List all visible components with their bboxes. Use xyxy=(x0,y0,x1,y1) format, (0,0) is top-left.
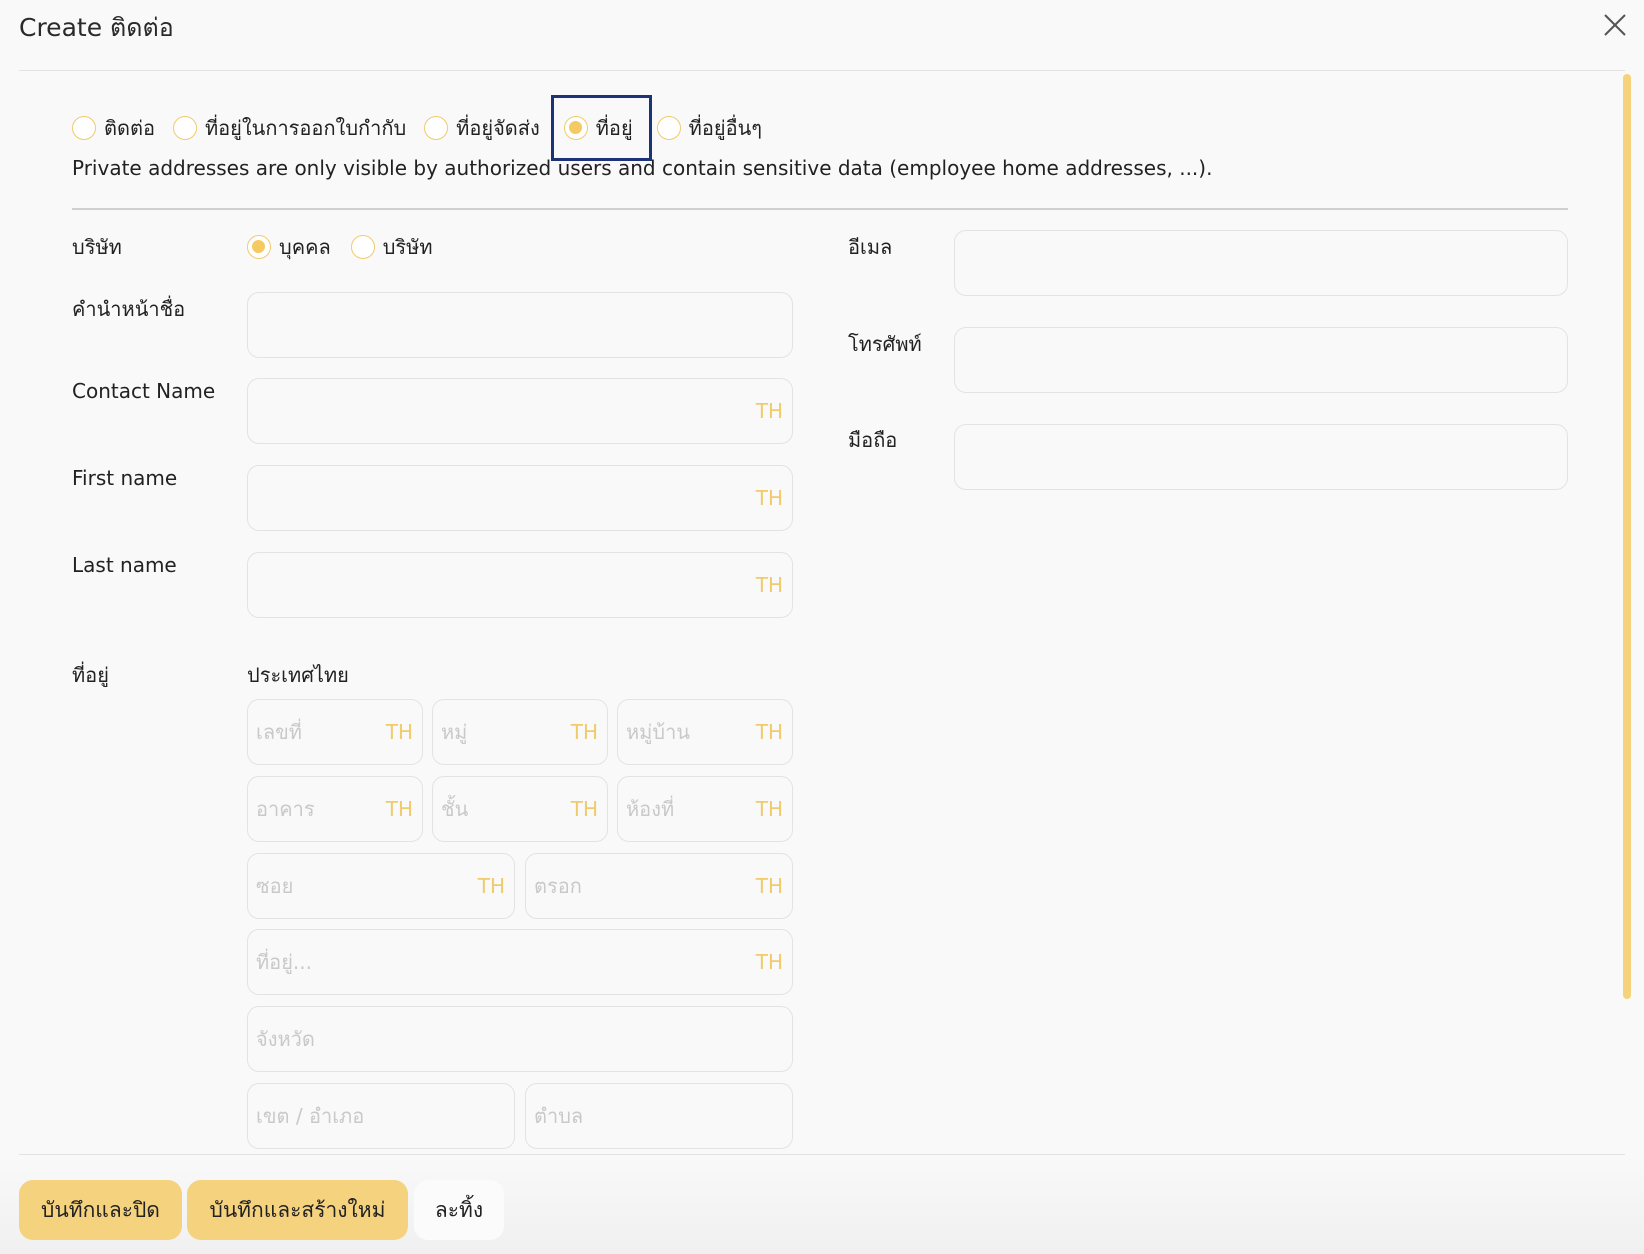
radio-button[interactable] xyxy=(172,116,197,140)
address-type-invoice[interactable]: ที่อยู่ในการออกใบกำกับ xyxy=(172,112,406,144)
address-label: ที่อยู่ xyxy=(72,663,109,687)
address-type-delivery[interactable]: ที่อยู่จัดส่ง xyxy=(424,112,540,144)
moo-field[interactable]: TH xyxy=(432,699,608,765)
radio-button[interactable] xyxy=(656,116,681,140)
language-tag[interactable]: TH xyxy=(478,874,505,898)
title-field[interactable] xyxy=(247,292,793,358)
language-tag[interactable]: TH xyxy=(756,573,783,597)
subdistrict-field[interactable] xyxy=(525,1083,793,1149)
language-tag[interactable]: TH xyxy=(756,950,783,974)
language-tag[interactable]: TH xyxy=(571,720,598,744)
company-type-company[interactable]: บริษัท xyxy=(350,231,433,263)
village-field[interactable]: TH xyxy=(617,699,793,765)
company-type-radios: บุคคล บริษัท xyxy=(247,231,453,263)
company-type-label: บริษัท xyxy=(72,235,122,259)
mobile-label: มือถือ xyxy=(848,428,898,452)
language-tag[interactable]: TH xyxy=(756,399,783,423)
trok-field[interactable]: TH xyxy=(525,853,793,919)
first-name-field[interactable]: TH xyxy=(247,465,793,531)
contact-name-label: Contact Name xyxy=(72,379,216,403)
radio-button-selected[interactable] xyxy=(563,116,588,140)
discard-button[interactable]: ละทิ้ง xyxy=(414,1180,504,1240)
radio-button[interactable] xyxy=(350,235,375,259)
last-name-field[interactable]: TH xyxy=(247,552,793,618)
address-type-other[interactable]: ที่อยู่อื่นๆ xyxy=(656,112,762,144)
private-address-note: Private addresses are only visible by au… xyxy=(72,156,1213,180)
street-field[interactable]: TH xyxy=(247,929,793,995)
language-tag[interactable]: TH xyxy=(756,486,783,510)
radio-button[interactable] xyxy=(72,116,96,140)
floor-field[interactable]: TH xyxy=(432,776,608,842)
last-name-label: Last name xyxy=(72,553,177,577)
save-close-button[interactable]: บันทึกและปิด xyxy=(19,1180,182,1240)
room-field[interactable]: TH xyxy=(617,776,793,842)
language-tag[interactable]: TH xyxy=(756,720,783,744)
phone-field[interactable] xyxy=(954,327,1568,393)
header-divider xyxy=(19,70,1625,71)
first-name-label: First name xyxy=(72,466,178,490)
language-tag[interactable]: TH xyxy=(386,797,413,821)
district-field[interactable] xyxy=(247,1083,515,1149)
house-no-field[interactable]: TH xyxy=(247,699,423,765)
contact-name-field[interactable]: TH xyxy=(247,378,793,444)
language-tag[interactable]: TH xyxy=(756,797,783,821)
footer-divider xyxy=(19,1154,1625,1155)
company-type-individual[interactable]: บุคคล xyxy=(247,231,331,263)
save-new-button[interactable]: บันทึกและสร้างใหม่ xyxy=(187,1180,408,1240)
dialog-title: Create ติดต่อ xyxy=(19,13,174,42)
address-type-contact[interactable]: ติดต่อ xyxy=(72,112,155,144)
soi-field[interactable]: TH xyxy=(247,853,515,919)
title-label: คำนำหน้าชื่อ xyxy=(72,297,186,321)
language-tag[interactable]: TH xyxy=(386,720,413,744)
radio-button-selected[interactable] xyxy=(247,235,271,259)
address-type-radios: ติดต่อ ที่อยู่ในการออกใบกำกับ ที่อยู่จัด… xyxy=(72,95,780,161)
province-field[interactable] xyxy=(247,1006,793,1072)
address-type-private[interactable]: ที่อยู่ xyxy=(550,95,652,161)
mobile-field[interactable] xyxy=(954,424,1568,490)
section-divider xyxy=(72,208,1568,210)
language-tag[interactable]: TH xyxy=(571,797,598,821)
email-label: อีเมล xyxy=(848,235,893,259)
radio-button[interactable] xyxy=(424,116,449,140)
scrollbar[interactable] xyxy=(1623,74,1631,999)
building-field[interactable]: TH xyxy=(247,776,423,842)
phone-label: โทรศัพท์ xyxy=(848,332,922,356)
close-button[interactable] xyxy=(1600,10,1630,40)
country-label: ประเทศไทย xyxy=(247,663,349,687)
language-tag[interactable]: TH xyxy=(756,874,783,898)
close-icon xyxy=(1604,14,1626,36)
email-field[interactable] xyxy=(954,230,1568,296)
